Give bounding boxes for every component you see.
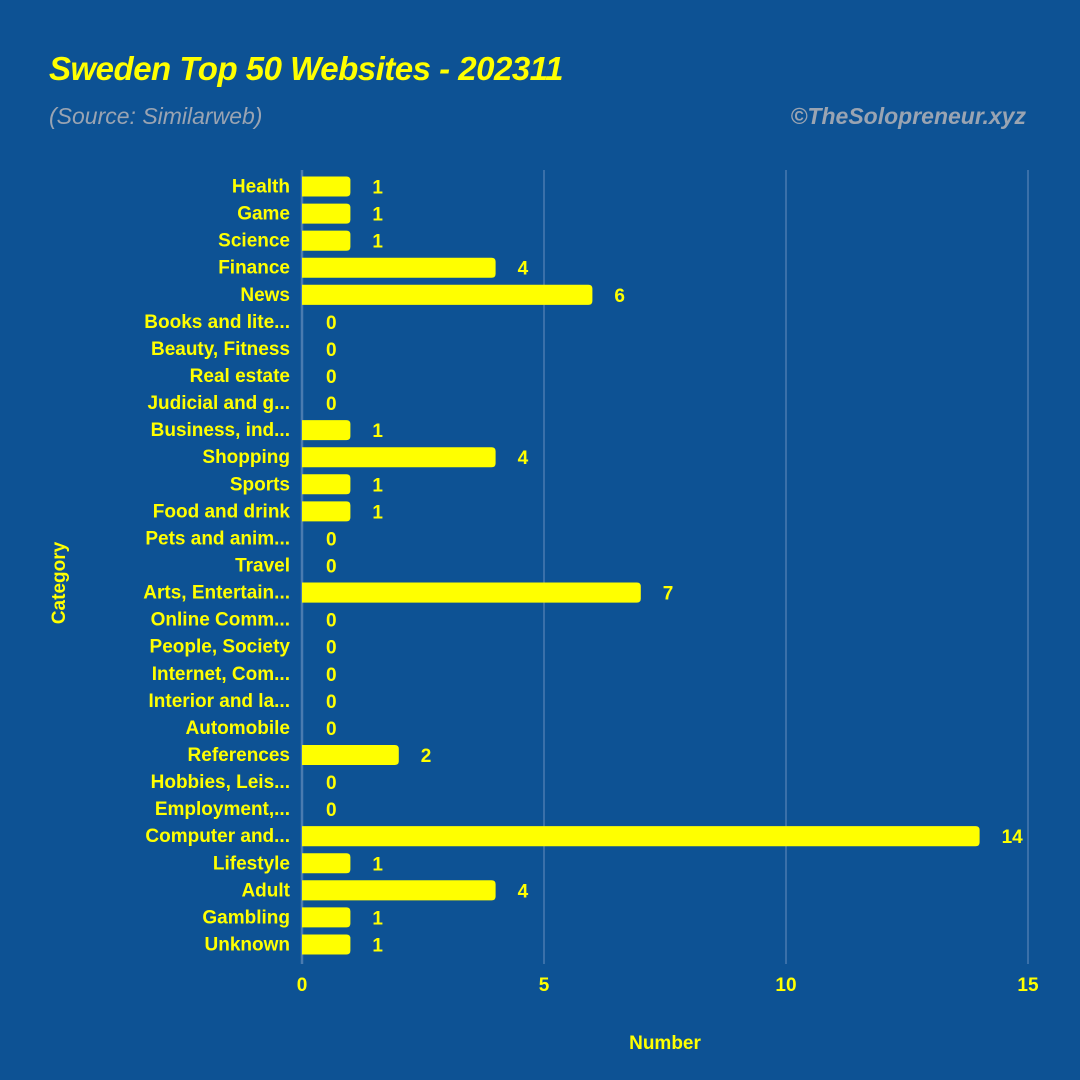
- bars: [302, 176, 980, 955]
- bar: [302, 420, 351, 441]
- bar: [302, 744, 399, 765]
- value-label: 1: [372, 232, 383, 253]
- value-label: 0: [326, 611, 337, 632]
- bar: [302, 284, 593, 305]
- value-label: 4: [518, 259, 529, 280]
- bar: [302, 501, 351, 522]
- bar: [302, 826, 980, 847]
- value-label: 1: [372, 475, 383, 496]
- bar: [302, 203, 351, 224]
- bar-chart: Health Game Science Finance News Books and li…: [49, 170, 1039, 1054]
- category-label: Hobbies, Leis...: [151, 772, 290, 793]
- bar: [302, 934, 351, 955]
- x-axis-title: Number: [629, 1033, 701, 1054]
- value-label: 0: [326, 692, 337, 713]
- x-tick-label: 0: [297, 975, 308, 996]
- category-label: Beauty, Fitness: [151, 339, 290, 360]
- category-label: Finance: [218, 258, 290, 279]
- value-label: 0: [326, 719, 337, 740]
- value-label: 0: [326, 800, 337, 821]
- category-label: Sports: [230, 474, 290, 495]
- bar: [302, 447, 496, 468]
- value-label: 4: [518, 881, 529, 902]
- category-label: Food and drink: [153, 501, 291, 522]
- category-label: People, Society: [150, 637, 291, 658]
- value-label: 0: [326, 340, 337, 361]
- category-label: Employment,...: [155, 799, 290, 820]
- category-label: Books and lite...: [144, 312, 290, 333]
- category-label: Arts, Entertain...: [143, 583, 290, 604]
- bar: [302, 880, 496, 901]
- category-label: Pets and anim...: [145, 528, 290, 549]
- value-label: 7: [663, 584, 674, 605]
- category-label: Unknown: [205, 934, 291, 955]
- value-label: 0: [326, 529, 337, 550]
- category-label: News: [240, 285, 290, 306]
- bar: [302, 257, 496, 278]
- bar: [302, 474, 351, 495]
- value-label: 14: [1002, 827, 1024, 848]
- category-label: Online Comm...: [151, 610, 290, 631]
- x-tick-label: 10: [775, 975, 796, 996]
- category-label: Science: [218, 231, 290, 252]
- value-label: 0: [326, 557, 337, 578]
- value-label: 6: [614, 286, 625, 307]
- value-label: 0: [326, 394, 337, 415]
- bar: [302, 853, 351, 874]
- category-label: Interior and la...: [149, 691, 290, 712]
- x-tick-label: 5: [539, 975, 550, 996]
- bar: [302, 176, 351, 197]
- category-label: Adult: [241, 880, 290, 901]
- value-label: 2: [421, 746, 432, 767]
- value-label: 0: [326, 367, 337, 388]
- value-label: 0: [326, 313, 337, 334]
- value-label: 4: [518, 448, 529, 469]
- category-label: Travel: [235, 556, 290, 577]
- x-tick-label: 15: [1017, 975, 1039, 996]
- category-label: Lifestyle: [213, 853, 290, 874]
- category-label: Business, ind...: [151, 420, 290, 441]
- x-tick-labels: 0 5 10 15: [297, 975, 1039, 996]
- category-label: Shopping: [202, 447, 290, 468]
- category-label: Automobile: [186, 718, 291, 739]
- category-label: Internet, Com...: [152, 664, 290, 685]
- category-label: Gambling: [202, 907, 290, 928]
- category-label: References: [188, 745, 290, 766]
- bar: [302, 230, 351, 251]
- value-label: 1: [372, 178, 383, 199]
- value-label: 1: [372, 421, 383, 442]
- category-label: Computer and...: [145, 826, 290, 847]
- y-axis-title: Category: [49, 541, 70, 624]
- value-label: 1: [372, 908, 383, 929]
- category-label: Judicial and g...: [147, 393, 290, 414]
- bar: [302, 582, 641, 603]
- bar: [302, 907, 351, 928]
- value-label: 1: [372, 935, 383, 956]
- value-label: 0: [326, 638, 337, 659]
- value-label: 0: [326, 773, 337, 794]
- value-label: 0: [326, 665, 337, 686]
- value-label: 1: [372, 205, 383, 226]
- value-label: 1: [372, 854, 383, 875]
- category-labels: Health Game Science Finance News Books and li…: [143, 177, 290, 956]
- category-label: Real estate: [190, 366, 290, 387]
- value-label: 1: [372, 502, 383, 523]
- category-label: Game: [237, 204, 290, 225]
- category-label: Health: [232, 177, 290, 198]
